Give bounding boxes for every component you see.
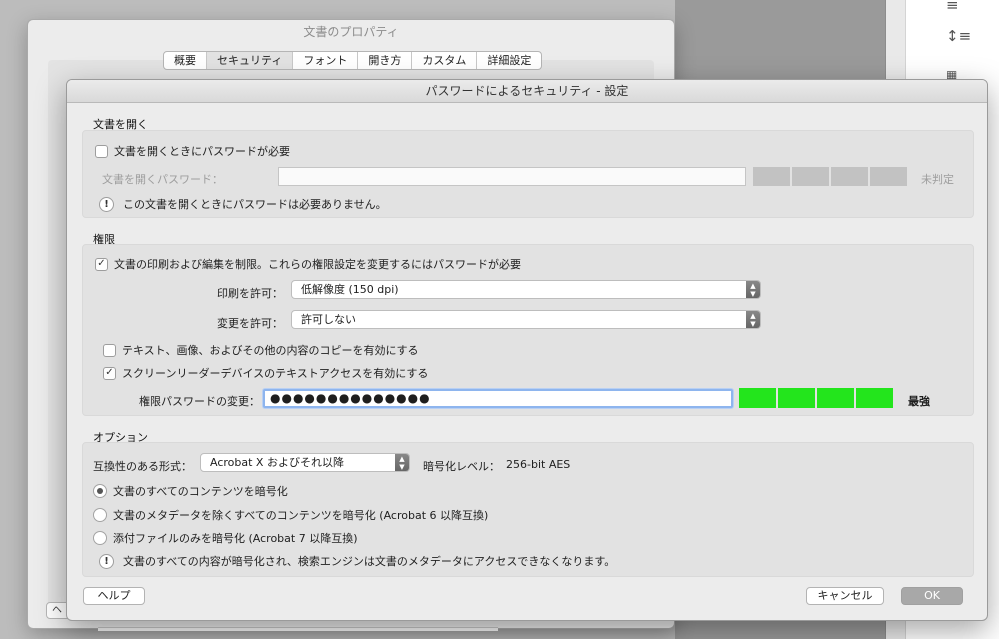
- restrict-editing-label: 文書の印刷および編集を制限。これらの権限設定を変更するにはパスワードが必要: [114, 258, 521, 271]
- encrypt-except-metadata-radio-row[interactable]: 文書のメタデータを除くすべてのコンテンツを暗号化 (Acrobat 6 以降互換…: [93, 507, 488, 523]
- open-info-row: ! この文書を開くときにパスワードは必要ありません。: [99, 196, 387, 212]
- encrypt-all-label: 文書のすべてのコンテンツを暗号化: [113, 485, 288, 498]
- permission-password-strength-label: 最強: [908, 395, 930, 408]
- strength-segment: [870, 167, 907, 186]
- encrypt-attachments-radio-row[interactable]: 添付ファイルのみを暗号化 (Acrobat 7 以降互換): [93, 530, 358, 546]
- tab-custom[interactable]: カスタム: [412, 52, 478, 69]
- tab-fonts[interactable]: フォント: [293, 52, 359, 69]
- print-allowed-select[interactable]: 低解像度 (150 dpi) ▲ ▼: [291, 280, 761, 299]
- options-info-row: ! 文書のすべての内容が暗号化され、検索エンジンは文書のメタデータにアクセスでき…: [99, 553, 615, 569]
- encrypt-attachments-label: 添付ファイルのみを暗号化 (Acrobat 7 以降互換): [113, 532, 358, 545]
- strength-segment: [856, 388, 893, 408]
- line-spacing-icon[interactable]: ↕≡: [946, 27, 971, 45]
- print-allowed-value: 低解像度 (150 dpi): [301, 283, 399, 296]
- ok-button[interactable]: OK: [901, 587, 963, 605]
- options-info-text: 文書のすべての内容が暗号化され、検索エンジンは文書のメタデータにアクセスできなく…: [123, 555, 616, 568]
- permission-password-strength-meter: [739, 388, 893, 408]
- align-left-icon[interactable]: ≡: [946, 0, 959, 14]
- help-button[interactable]: ヘルプ: [83, 587, 145, 605]
- open-password-strength-meter: [753, 167, 907, 186]
- radio-selected-dot: [97, 488, 103, 494]
- strength-segment: [739, 388, 776, 408]
- compat-format-select[interactable]: Acrobat X およびそれ以降 ▲ ▼: [200, 453, 410, 472]
- screenreader-access-checkbox[interactable]: ✓: [103, 366, 116, 380]
- open-password-strength-label: 未判定: [921, 173, 954, 186]
- options-section-group: 互換性のある形式： Acrobat X およびそれ以降 ▲ ▼ 暗号化レベル： 2…: [82, 442, 974, 577]
- screenreader-access-label: スクリーンリーダーデバイスのテキストアクセスを有効にする: [122, 367, 429, 380]
- encrypt-except-metadata-label: 文書のメタデータを除くすべてのコンテンツを暗号化 (Acrobat 6 以降互換…: [113, 509, 489, 522]
- print-allowed-label: 印刷を許可：: [217, 287, 283, 300]
- change-allowed-label: 変更を許可：: [217, 317, 283, 330]
- dialog-title: パスワードによるセキュリティ - 設定: [67, 80, 987, 103]
- permission-password-input[interactable]: ●●●●●●●●●●●●●●: [263, 389, 733, 408]
- strength-segment: [753, 167, 790, 186]
- encrypt-attachments-radio[interactable]: [93, 531, 107, 545]
- change-allowed-value: 許可しない: [301, 313, 356, 326]
- strength-segment: [817, 388, 854, 408]
- encrypt-all-radio[interactable]: [93, 484, 107, 498]
- require-open-password-checkbox[interactable]: [95, 144, 108, 158]
- document-properties-title: 文書のプロパティ: [303, 25, 399, 39]
- strength-segment: [792, 167, 829, 186]
- restrict-editing-row[interactable]: ✓ 文書の印刷および編集を制限。これらの権限設定を変更するにはパスワードが必要: [95, 256, 521, 272]
- open-password-input[interactable]: [278, 167, 746, 186]
- strength-segment: [831, 167, 868, 186]
- compat-format-label: 互換性のある形式：: [93, 460, 192, 473]
- strength-segment: [778, 388, 815, 408]
- encrypt-except-metadata-radio[interactable]: [93, 508, 107, 522]
- tab-initial-view[interactable]: 開き方: [358, 52, 413, 69]
- encryption-level-value: 256-bit AES: [506, 458, 571, 471]
- encryption-level-label: 暗号化レベル：: [423, 460, 500, 473]
- updown-chevron-icon: ▲ ▼: [746, 311, 760, 328]
- restrict-editing-checkbox[interactable]: ✓: [95, 257, 108, 271]
- tab-advanced[interactable]: 詳細設定: [477, 52, 541, 69]
- enable-copy-label: テキスト、画像、およびその他の内容のコピーを有効にする: [122, 344, 419, 357]
- background-footer: [98, 627, 498, 631]
- tab-overview[interactable]: 概要: [164, 52, 207, 69]
- password-security-dialog: パスワードによるセキュリティ - 設定 文書を開く 文書を開くときにパスワードが…: [66, 79, 988, 621]
- cancel-button[interactable]: キャンセル: [806, 587, 884, 605]
- enable-copy-checkbox[interactable]: [103, 343, 116, 357]
- updown-chevron-icon: ▲ ▼: [395, 454, 409, 471]
- updown-chevron-icon: ▲ ▼: [746, 281, 760, 298]
- open-info-text: この文書を開くときにパスワードは必要ありません。: [123, 198, 387, 211]
- open-password-label: 文書を開くパスワード：: [102, 173, 223, 186]
- encrypt-all-radio-row[interactable]: 文書のすべてのコンテンツを暗号化: [93, 483, 288, 499]
- open-section-group: 文書を開くときにパスワードが必要 文書を開くパスワード： 未判定 ! この文書を…: [82, 130, 974, 218]
- info-icon: !: [99, 196, 114, 212]
- change-allowed-select[interactable]: 許可しない ▲ ▼: [291, 310, 761, 329]
- require-open-password-label: 文書を開くときにパスワードが必要: [114, 145, 290, 158]
- enable-copy-row[interactable]: テキスト、画像、およびその他の内容のコピーを有効にする: [103, 342, 419, 358]
- info-icon: !: [99, 553, 114, 569]
- permissions-section-group: ✓ 文書の印刷および編集を制限。これらの権限設定を変更するにはパスワードが必要 …: [82, 244, 974, 416]
- permission-password-label: 権限パスワードの変更：: [139, 395, 260, 408]
- document-properties-tabs: 概要 セキュリティ フォント 開き方 カスタム 詳細設定: [163, 51, 543, 70]
- compat-format-value: Acrobat X およびそれ以降: [210, 456, 344, 469]
- tab-security[interactable]: セキュリティ: [207, 52, 294, 69]
- screenreader-access-row[interactable]: ✓ スクリーンリーダーデバイスのテキストアクセスを有効にする: [103, 365, 428, 381]
- require-open-password-row[interactable]: 文書を開くときにパスワードが必要: [95, 143, 290, 159]
